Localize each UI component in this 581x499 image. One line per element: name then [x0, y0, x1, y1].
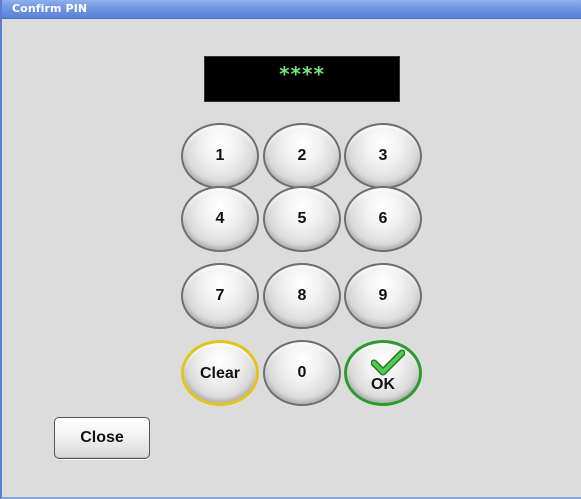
- key-1-button[interactable]: 1: [181, 123, 259, 189]
- key-5-label: 5: [297, 210, 307, 227]
- key-8-label: 8: [297, 287, 307, 304]
- title-bar[interactable]: Confirm PIN: [2, 0, 581, 19]
- key-5-button[interactable]: 5: [263, 186, 341, 252]
- window-title: Confirm PIN: [12, 2, 88, 15]
- key-6-button[interactable]: 6: [344, 186, 422, 252]
- key-1-label: 1: [215, 147, 225, 164]
- key-7-label: 7: [215, 287, 225, 304]
- check-icon: [371, 349, 405, 376]
- key-0-button[interactable]: 0: [263, 340, 341, 406]
- key-2-label: 2: [297, 147, 307, 164]
- key-8-button[interactable]: 8: [263, 263, 341, 329]
- confirm-pin-window: Confirm PIN **** 1 2 3 4 5 6 7 8 9 Clear…: [0, 0, 581, 499]
- key-6-label: 6: [378, 210, 388, 227]
- close-label: Close: [80, 429, 124, 446]
- ok-button[interactable]: OK: [344, 340, 422, 406]
- clear-label: Clear: [199, 365, 241, 382]
- key-2-button[interactable]: 2: [263, 123, 341, 189]
- pin-display: ****: [204, 56, 400, 102]
- clear-button[interactable]: Clear: [181, 340, 259, 406]
- key-0-label: 0: [297, 364, 307, 381]
- key-9-label: 9: [378, 287, 388, 304]
- key-4-button[interactable]: 4: [181, 186, 259, 252]
- key-3-button[interactable]: 3: [344, 123, 422, 189]
- ok-label: OK: [371, 376, 395, 393]
- key-3-label: 3: [378, 147, 388, 164]
- key-7-button[interactable]: 7: [181, 263, 259, 329]
- key-9-button[interactable]: 9: [344, 263, 422, 329]
- close-button[interactable]: Close: [54, 417, 150, 459]
- key-4-label: 4: [215, 210, 225, 227]
- pin-masked-value: ****: [279, 62, 325, 86]
